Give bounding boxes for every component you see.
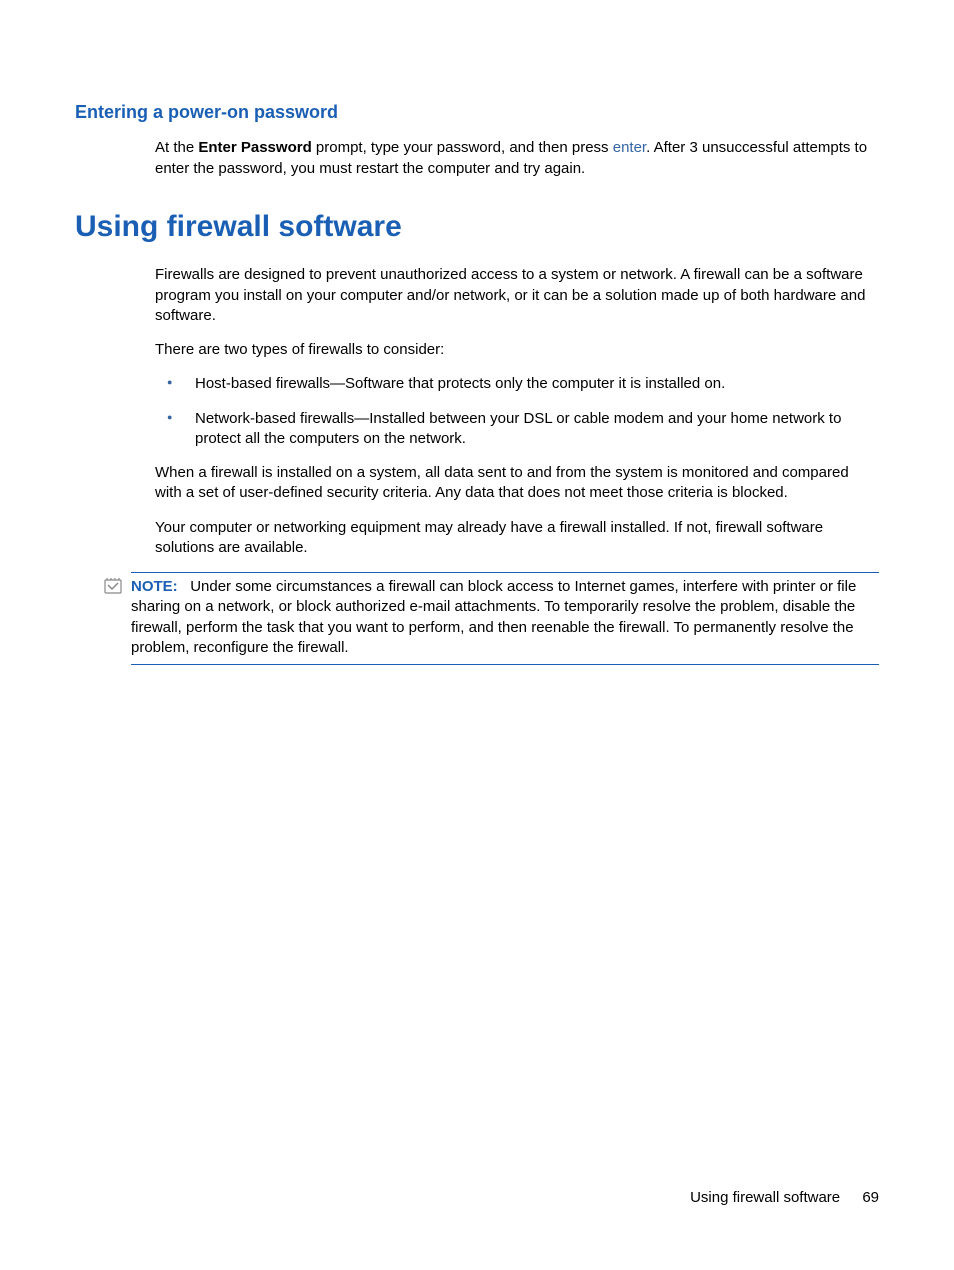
text-bold-enter-password: Enter Password: [198, 139, 311, 156]
text-fragment: At the: [155, 139, 198, 156]
note-content: NOTE: Under some circumstances a firewal…: [131, 577, 879, 658]
note-text: Under some circumstances a firewall can …: [131, 578, 856, 656]
paragraph-firewall-intro: Firewalls are designed to prevent unauth…: [155, 265, 879, 326]
heading-using-firewall-software: Using firewall software: [75, 207, 879, 248]
text-key-enter: enter: [613, 139, 646, 156]
document-page: Entering a power-on password At the Ente…: [0, 0, 954, 715]
text-fragment: prompt, type your password, and then pre…: [312, 139, 613, 156]
page-footer: Using firewall software 69: [690, 1188, 879, 1208]
note-label: NOTE:: [131, 578, 178, 595]
bullet-list-firewall-types: Host-based firewalls—Software that prote…: [155, 374, 879, 449]
paragraph-firewall-monitoring: When a firewall is installed on a system…: [155, 463, 879, 504]
list-item: Host-based firewalls—Software that prote…: [155, 374, 879, 394]
note-icon: [103, 577, 123, 595]
footer-page-number: 69: [862, 1189, 879, 1206]
paragraph-firewall-types-intro: There are two types of firewalls to cons…: [155, 340, 879, 360]
paragraph-poweron-instruction: At the Enter Password prompt, type your …: [155, 138, 879, 179]
list-item: Network-based firewalls—Installed betwee…: [155, 409, 879, 450]
paragraph-firewall-availability: Your computer or networking equipment ma…: [155, 518, 879, 559]
footer-section-title: Using firewall software: [690, 1189, 840, 1206]
note-block: NOTE: Under some circumstances a firewal…: [131, 572, 879, 665]
heading-entering-poweron-password: Entering a power-on password: [75, 100, 879, 124]
